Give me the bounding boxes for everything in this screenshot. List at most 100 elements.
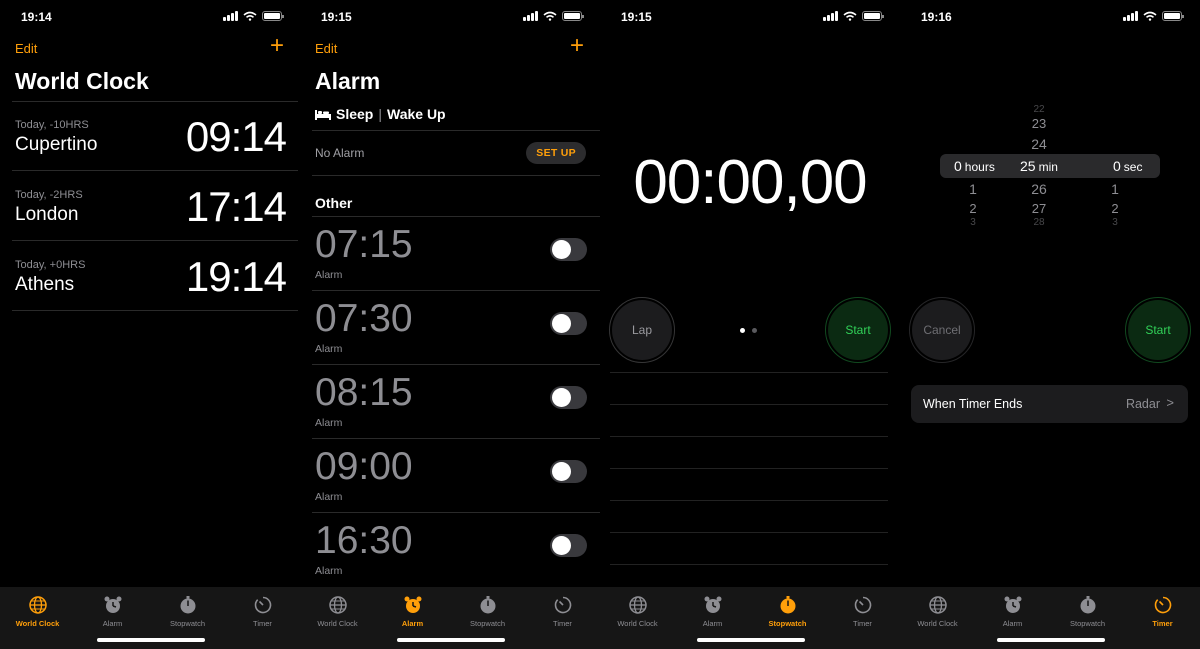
add-alarm-button[interactable]: + [570, 34, 584, 58]
wifi-icon [243, 11, 257, 21]
picker-value: 22 [1033, 104, 1045, 115]
tab-world-clock[interactable]: World Clock [0, 595, 75, 628]
home-indicator[interactable] [97, 638, 205, 642]
picker-value: 2 [1111, 201, 1119, 216]
lap-divider [610, 564, 888, 565]
alarm-toggle[interactable] [550, 534, 587, 557]
alarm-time: 09:00 [315, 445, 413, 488]
tab-alarm[interactable]: Alarm [375, 595, 450, 628]
city-row[interactable]: Today, -2HRS London 17:14 [12, 171, 298, 241]
tab-world-clock[interactable]: World Clock [900, 595, 975, 628]
alarm-toggle[interactable] [550, 238, 587, 261]
edit-button[interactable]: Edit [315, 41, 337, 56]
no-alarm-label: No Alarm [315, 146, 365, 160]
start-button[interactable]: Start [825, 297, 891, 363]
cancel-button[interactable]: Cancel [909, 297, 975, 363]
time-offset: Today, -10HRS [15, 119, 89, 131]
alarm-row[interactable]: 09:00 Alarm [312, 438, 600, 512]
start-button[interactable]: Start [1125, 297, 1191, 363]
status-bar: 19:16 [900, 8, 1200, 26]
hours-value: 0 [954, 158, 962, 174]
hours-picker[interactable]: 0 hours [954, 158, 1034, 174]
alarm-clock-icon [404, 596, 421, 613]
timer-screen: 19:16 22 23 24 25 min 26 27 28 0 hours 1 2… [900, 0, 1200, 649]
alarm-row[interactable]: 08:15 Alarm [312, 364, 600, 438]
time-offset: Today, +0HRS [15, 259, 86, 271]
start-label: Start [845, 323, 871, 337]
page-dot [752, 328, 757, 333]
tab-label: Alarm [1002, 619, 1023, 628]
tab-label: Stopwatch [169, 619, 206, 628]
alarm-time: 07:30 [315, 297, 413, 340]
stopwatch-icon [480, 596, 495, 614]
toggle-knob [552, 314, 571, 333]
home-indicator[interactable] [997, 638, 1105, 642]
seconds-unit: sec [1123, 160, 1143, 174]
other-header: Other [315, 195, 353, 211]
home-indicator[interactable] [697, 638, 805, 642]
tab-stopwatch[interactable]: Stopwatch [450, 595, 525, 628]
tab-timer[interactable]: Timer [1125, 595, 1200, 628]
status-time: 19:15 [621, 10, 652, 24]
page-dots[interactable] [740, 328, 757, 333]
alarm-clock-icon [104, 596, 121, 613]
city-row[interactable]: Today, +0HRS Athens 19:14 [12, 241, 298, 311]
sleep-header: Sleep | Wake Up [315, 106, 446, 122]
alarm-label: Alarm [315, 491, 343, 503]
tab-stopwatch[interactable]: Stopwatch [750, 595, 825, 628]
tab-bar: World Clock Alarm Stopwatch Timer [0, 587, 300, 649]
stopwatch-screen: 19:15 00:00,00 Lap Start World Clock Ala… [600, 0, 900, 649]
alarm-row[interactable]: 07:30 Alarm [312, 290, 600, 364]
lap-label: Lap [631, 323, 653, 337]
page-dot [740, 328, 745, 333]
alarm-label: Alarm [315, 269, 343, 281]
alarm-row[interactable]: 16:30 Alarm [312, 512, 600, 586]
add-city-button[interactable]: + [270, 34, 284, 58]
city-time: 19:14 [185, 253, 287, 300]
tab-timer[interactable]: Timer [525, 595, 600, 628]
time-offset: Today, -2HRS [15, 189, 83, 201]
toggle-knob [552, 536, 571, 555]
toggle-knob [552, 462, 571, 481]
sleep-label: Sleep [336, 106, 374, 122]
alarm-row[interactable]: 07:15 Alarm [312, 216, 600, 290]
tab-timer[interactable]: Timer [825, 595, 900, 628]
status-time: 19:15 [321, 10, 352, 24]
stopwatch-display: 00:00,00 [633, 148, 867, 217]
tab-alarm[interactable]: Alarm [975, 595, 1050, 628]
tab-alarm[interactable]: Alarm [75, 595, 150, 628]
alarm-toggle[interactable] [550, 460, 587, 483]
wifi-icon [1143, 11, 1157, 21]
alarm-clock-icon [1004, 596, 1021, 613]
picker-value: 3 [970, 217, 976, 228]
home-indicator[interactable] [397, 638, 505, 642]
lap-divider [610, 436, 888, 437]
when-timer-ends-row[interactable]: When Timer Ends Radar > [911, 385, 1188, 423]
timer-icon [554, 596, 571, 614]
lap-divider [610, 468, 888, 469]
tab-timer[interactable]: Timer [225, 595, 300, 628]
city-row[interactable]: Today, -10HRS Cupertino 09:14 [12, 101, 298, 171]
tab-label: World Clock [617, 619, 658, 628]
globe-icon [628, 596, 647, 614]
lap-divider [610, 500, 888, 501]
battery-icon [562, 11, 584, 21]
tab-stopwatch[interactable]: Stopwatch [150, 595, 225, 628]
cancel-label: Cancel [923, 323, 961, 337]
tab-alarm[interactable]: Alarm [675, 595, 750, 628]
seconds-value: 0 [1113, 158, 1121, 174]
edit-button[interactable]: Edit [15, 41, 37, 56]
signal-icon [1123, 11, 1138, 21]
tab-stopwatch[interactable]: Stopwatch [1050, 595, 1125, 628]
globe-icon [28, 596, 47, 614]
tab-bar: World Clock Alarm Stopwatch Timer [600, 587, 900, 649]
tab-world-clock[interactable]: World Clock [300, 595, 375, 628]
seconds-picker[interactable]: 0 sec [1113, 158, 1173, 174]
set-up-button[interactable]: SET UP [526, 142, 586, 164]
alarm-toggle[interactable] [550, 386, 587, 409]
picker-value: 24 [1031, 136, 1047, 152]
lap-button[interactable]: Lap [609, 297, 675, 363]
city-time: 09:14 [185, 113, 287, 160]
tab-world-clock[interactable]: World Clock [600, 595, 675, 628]
alarm-toggle[interactable] [550, 312, 587, 335]
